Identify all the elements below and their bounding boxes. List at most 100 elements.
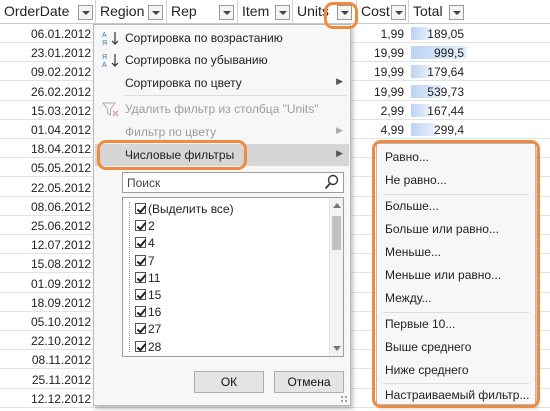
- cell-cost[interactable]: 2,99: [357, 101, 409, 120]
- cell-total[interactable]: 189,05: [409, 24, 469, 43]
- checkbox-checked-icon[interactable]: [135, 271, 146, 283]
- search-input[interactable]: Поиск: [122, 172, 344, 193]
- col-header-total: Total: [409, 0, 469, 24]
- cell-orderdate[interactable]: 01.09.2012: [0, 274, 96, 293]
- search-placeholder: Поиск: [127, 176, 161, 190]
- number-filters-item[interactable]: Числовые фильтры ▶: [95, 144, 349, 166]
- col-title: Region: [100, 3, 145, 19]
- cell-orderdate[interactable]: 12.12.2012: [0, 389, 96, 408]
- number-filter-option[interactable]: Первые 10...: [385, 317, 455, 331]
- cell-orderdate[interactable]: 05.05.2012: [0, 158, 96, 177]
- cell-orderdate[interactable]: 01.04.2012: [0, 120, 96, 139]
- col-header-cost: Cost: [357, 0, 409, 24]
- filter-dropdown-button[interactable]: [78, 5, 93, 20]
- col-title: Total: [413, 3, 443, 19]
- cell-total[interactable]: 167,44: [409, 101, 469, 120]
- sort-descending-item[interactable]: ЯA Сортировка по убыванию: [95, 49, 349, 71]
- cell-cost[interactable]: 19,99: [357, 82, 409, 101]
- filter-value-item[interactable]: 11: [135, 271, 160, 288]
- number-filter-option[interactable]: Между...: [385, 291, 432, 305]
- cell-orderdate[interactable]: 12.07.2012: [0, 235, 96, 254]
- number-filter-option[interactable]: Равно...: [385, 150, 429, 164]
- filter-dropdown-button[interactable]: [391, 5, 406, 20]
- cell-orderdate[interactable]: 06.01.2012: [0, 24, 96, 43]
- cell-orderdate[interactable]: 15.03.2012: [0, 101, 96, 120]
- col-title: Cost: [361, 3, 390, 19]
- remove-filter-item[interactable]: Удалить фильтр из столбца "Units": [95, 98, 349, 120]
- cell-orderdate[interactable]: 23.01.2012: [0, 43, 96, 62]
- filter-value-label: 11: [148, 270, 161, 285]
- cell-orderdate[interactable]: 08.11.2012: [0, 350, 96, 369]
- cell-cost[interactable]: 19,99: [357, 43, 409, 62]
- number-filter-option[interactable]: Настраиваемый фильтр...: [385, 388, 529, 402]
- checkbox-checked-icon[interactable]: [135, 306, 146, 318]
- checkbox-checked-icon[interactable]: [135, 254, 146, 266]
- cell-total[interactable]: 539,73: [409, 82, 469, 101]
- checkbox-checked-icon[interactable]: [135, 289, 146, 300]
- cell-cost[interactable]: 4,99: [357, 120, 409, 139]
- list-scrollbar[interactable]: [329, 198, 343, 356]
- number-filter-option[interactable]: Меньше...: [385, 245, 441, 259]
- menu-label: Числовые фильтры: [125, 148, 235, 162]
- filter-value-item[interactable]: 2: [135, 219, 155, 236]
- cell-orderdate[interactable]: 09.02.2012: [0, 62, 96, 81]
- resize-grip-icon[interactable]: [340, 395, 348, 403]
- number-filter-option[interactable]: Выше среднего: [385, 340, 471, 354]
- cell-orderdate[interactable]: 08.06.2012: [0, 197, 96, 216]
- sort-by-color-item[interactable]: Сортировка по цвету ▶: [95, 72, 349, 94]
- filter-dropdown-button[interactable]: [148, 5, 163, 20]
- cell-orderdate[interactable]: 18.04.2012: [0, 139, 96, 158]
- checkbox-checked-icon[interactable]: [135, 203, 146, 214]
- scroll-down-icon[interactable]: [333, 346, 341, 351]
- cell-orderdate[interactable]: 25.11.2012: [0, 370, 96, 389]
- cell-orderdate[interactable]: 05.10.2012: [0, 312, 96, 331]
- checkbox-checked-icon[interactable]: [135, 237, 146, 249]
- cell-cost[interactable]: 19,99: [357, 62, 409, 81]
- cell-orderdate[interactable]: 18.09.2012: [0, 293, 96, 312]
- number-filter-option[interactable]: Ниже среднего: [385, 363, 469, 377]
- filter-value-item[interactable]: 7: [135, 254, 155, 271]
- number-filter-option[interactable]: Меньше или равно...: [385, 268, 501, 282]
- checkbox-checked-icon[interactable]: [135, 340, 146, 352]
- col-header-orderdate: OrderDate: [0, 0, 96, 24]
- values-list: (Выделить все) 2 4 7 11 15 16 27 28: [122, 197, 344, 357]
- filter-value-item[interactable]: 4: [135, 236, 155, 253]
- filter-value-label: 27: [148, 322, 162, 337]
- menu-label: Фильтр по цвету: [125, 125, 217, 139]
- filter-value-item[interactable]: 27: [135, 322, 161, 339]
- filter-value-item[interactable]: 16: [135, 305, 161, 322]
- units-filter-button[interactable]: [337, 5, 352, 20]
- number-filter-option[interactable]: Больше...: [385, 199, 439, 213]
- header-row: OrderDate Region Rep Item Units Cost Tot…: [0, 0, 550, 24]
- svg-text:Я: Я: [102, 40, 107, 46]
- col-header-rep: Rep: [167, 0, 238, 24]
- cell-cost[interactable]: 1,99: [357, 24, 409, 43]
- number-filter-option[interactable]: Больше или равно...: [385, 222, 499, 236]
- checkbox-checked-icon[interactable]: [135, 220, 146, 232]
- filter-dropdown-button[interactable]: [219, 5, 234, 20]
- cell-orderdate[interactable]: 22.10.2012: [0, 331, 96, 350]
- cell-total[interactable]: 299,4: [409, 120, 469, 139]
- ok-button[interactable]: ОК: [194, 371, 264, 393]
- number-filter-option[interactable]: Не равно...: [385, 173, 447, 187]
- checkbox-checked-icon[interactable]: [135, 323, 146, 335]
- cell-orderdate[interactable]: 26.02.2012: [0, 82, 96, 101]
- filter-by-color-item[interactable]: Фильтр по цвету ▶: [95, 121, 349, 143]
- menu-label: Сортировка по убыванию: [125, 53, 268, 67]
- filter-value-item[interactable]: 15: [135, 288, 161, 305]
- sort-ascending-item[interactable]: AЯ Сортировка по возрастанию: [95, 27, 349, 49]
- col-title: Units: [297, 3, 329, 19]
- scroll-thumb[interactable]: [332, 216, 341, 250]
- cancel-button[interactable]: Отмена: [274, 371, 344, 393]
- cell-orderdate[interactable]: 22.05.2012: [0, 178, 96, 197]
- scroll-up-icon[interactable]: [333, 203, 341, 208]
- filter-dropdown-button[interactable]: [275, 5, 290, 20]
- filter-dropdown-button[interactable]: [449, 5, 464, 20]
- filter-value-item[interactable]: (Выделить все): [135, 202, 234, 219]
- cell-total[interactable]: 999,5: [409, 43, 469, 62]
- cell-orderdate[interactable]: 25.06.2012: [0, 216, 96, 235]
- tree-line: [129, 202, 130, 352]
- cell-total[interactable]: 179,64: [409, 62, 469, 81]
- cell-orderdate[interactable]: 15.08.2012: [0, 254, 96, 273]
- filter-value-item[interactable]: 28: [135, 340, 161, 357]
